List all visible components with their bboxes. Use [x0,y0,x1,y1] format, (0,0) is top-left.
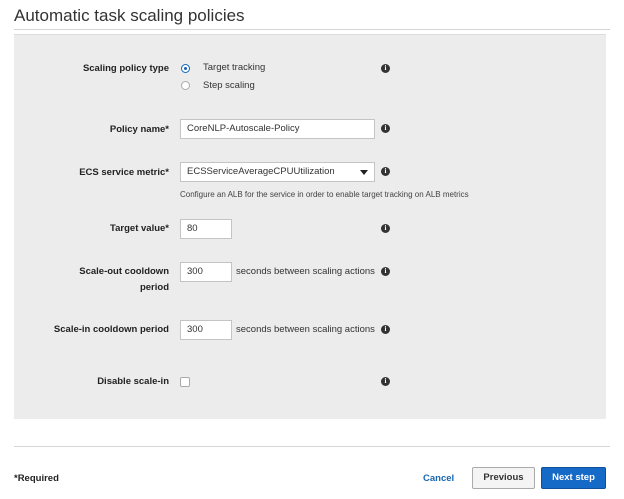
target-tracking-radio[interactable] [181,64,190,73]
scale-out-label-line1: Scale-out cooldown [79,266,169,277]
step-scaling-radio[interactable] [181,81,190,90]
footer-divider [14,446,610,447]
disable-scale-in-label: Disable scale-in [97,376,169,387]
form-panel: Scaling policy type Target tracking Step… [14,34,606,419]
scale-out-label: Scale-out cooldown period [79,265,169,295]
scale-out-input[interactable]: 300 [180,262,232,282]
scale-out-info-icon[interactable]: i [381,267,390,276]
metric-select-value: ECSServiceAverageCPUUtilization [187,166,335,177]
required-note: *Required [14,473,59,484]
target-value-info-icon[interactable]: i [381,224,390,233]
next-step-button[interactable]: Next step [541,467,606,489]
scale-out-unit: seconds between scaling actions [236,266,375,277]
metric-help-text: Configure an ALB for the service in orde… [180,190,469,199]
metric-info-icon[interactable]: i [381,167,390,176]
disable-scale-in-info-icon[interactable]: i [381,377,390,386]
scale-out-label-line2: period [139,282,169,293]
disable-scale-in-checkbox[interactable] [180,377,190,387]
target-tracking-option[interactable]: Target tracking [203,62,265,73]
scale-in-unit: seconds between scaling actions [236,324,375,335]
target-value-label: Target value* [110,223,169,234]
scale-in-input[interactable]: 300 [180,320,232,340]
metric-label: ECS service metric* [79,167,169,178]
scale-in-label: Scale-in cooldown period [53,324,169,335]
policy-name-label: Policy name* [109,124,169,135]
policy-name-info-icon[interactable]: i [381,124,390,133]
policy-name-input[interactable]: CoreNLP-Autoscale-Policy [180,119,375,139]
previous-button[interactable]: Previous [472,467,535,489]
metric-select[interactable]: ECSServiceAverageCPUUtilization [180,162,375,182]
title-divider [14,29,610,30]
target-value-input[interactable]: 80 [180,219,232,239]
page-title: Automatic task scaling policies [14,6,245,25]
policy-type-label: Scaling policy type [82,63,169,74]
policy-type-info-icon[interactable]: i [381,64,390,73]
step-scaling-option[interactable]: Step scaling [203,80,255,91]
scale-in-info-icon[interactable]: i [381,325,390,334]
cancel-button[interactable]: Cancel [423,473,454,484]
chevron-down-icon [360,170,368,175]
